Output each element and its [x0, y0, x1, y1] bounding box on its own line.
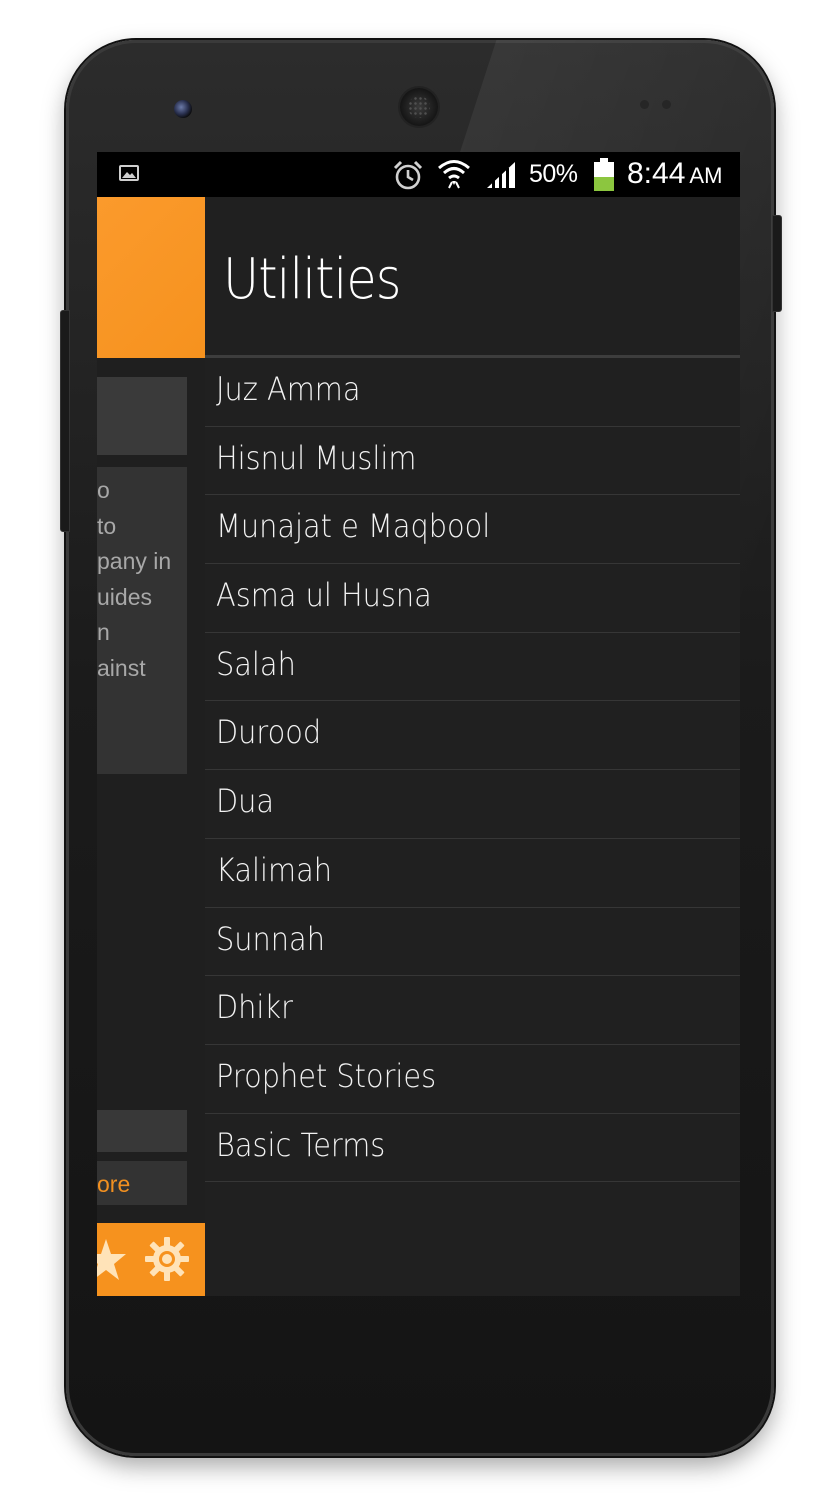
menu-item-label: Sunnah: [216, 919, 325, 958]
battery-percent: 50%: [529, 160, 578, 188]
menu-item-munajat-e-maqbool[interactable]: Munajat e Maqbool: [205, 495, 740, 565]
alarm-icon: [393, 159, 423, 195]
text-fragment: ainst: [97, 655, 146, 681]
clock-time: 8:44: [627, 157, 686, 190]
menu-item-label: Asma ul Husna: [216, 576, 432, 615]
front-camera: [174, 100, 192, 118]
more-link[interactable]: ore: [97, 1161, 187, 1205]
menu-item-asma-ul-husna[interactable]: Asma ul Husna: [205, 564, 740, 633]
power-button: [772, 215, 782, 312]
menu-item-juz-amma[interactable]: Juz Amma: [205, 358, 740, 427]
menu-item-label: Durood: [216, 713, 322, 752]
battery-icon: [593, 158, 615, 196]
gear-icon[interactable]: [143, 1235, 191, 1287]
menu-item-kalimah[interactable]: Kalimah: [205, 839, 740, 908]
menu-item-label: Basic Terms: [216, 1125, 386, 1164]
picture-icon: [119, 165, 139, 181]
earpiece-speaker: [400, 88, 438, 126]
status-bar: 50% 8:44 AM: [97, 152, 740, 197]
text-fragment: uides: [97, 584, 152, 610]
more-link-label: ore: [97, 1171, 131, 1197]
volume-button: [60, 310, 70, 532]
content-card-text[interactable]: o to pany in uides n ainst: [97, 467, 187, 774]
content-card-bottom[interactable]: [97, 1110, 187, 1152]
menu-item-label: Dua: [216, 782, 275, 821]
screen: 50% 8:44 AM o to pany in uides n ainst or…: [97, 152, 740, 1296]
menu-item-label: Salah: [216, 644, 296, 683]
menu-item-dhikr[interactable]: Dhikr: [205, 976, 740, 1045]
menu-item-label: Kalimah: [216, 850, 332, 889]
menu-item-hisnul-muslim[interactable]: Hisnul Muslim: [205, 427, 740, 496]
text-fragment: o: [97, 477, 110, 503]
menu-item-label: Munajat e Maqbool: [216, 507, 491, 546]
menu-item-label: Dhikr: [216, 988, 293, 1027]
drawer-title: Utilities: [223, 247, 401, 312]
signal-icon: [485, 160, 517, 192]
menu-item-label: Prophet Stories: [216, 1056, 437, 1095]
proximity-sensors: [640, 100, 674, 110]
drawer-header: Utilities: [205, 197, 740, 355]
text-fragment: to: [97, 513, 117, 539]
clock-ampm: AM: [689, 163, 723, 188]
menu-item-sunnah[interactable]: Sunnah: [205, 908, 740, 977]
menu-item-label: Hisnul Muslim: [216, 438, 417, 477]
status-clock: 8:44 AM: [627, 157, 722, 191]
utilities-drawer: Utilities Juz Amma Hisnul Muslim Munajat…: [205, 197, 740, 1296]
wifi-icon: [437, 158, 471, 196]
star-icon[interactable]: [97, 1237, 127, 1287]
text-fragment: pany in: [97, 548, 172, 574]
utilities-menu: Juz Amma Hisnul Muslim Munajat e Maqbool…: [205, 358, 740, 1183]
header-tile[interactable]: [97, 197, 205, 358]
bottom-action-bar: [97, 1223, 205, 1296]
menu-item-basic-terms[interactable]: Basic Terms: [205, 1114, 740, 1183]
content-card-top[interactable]: [97, 377, 187, 455]
menu-item-prophet-stories[interactable]: Prophet Stories: [205, 1045, 740, 1114]
text-fragment: n: [97, 619, 110, 645]
menu-item-label: Juz Amma: [216, 370, 361, 408]
menu-item-durood[interactable]: Durood: [205, 701, 740, 771]
main-content-partial: o to pany in uides n ainst ore: [97, 197, 205, 1296]
menu-item-dua[interactable]: Dua: [205, 770, 740, 839]
menu-item-salah[interactable]: Salah: [205, 633, 740, 702]
